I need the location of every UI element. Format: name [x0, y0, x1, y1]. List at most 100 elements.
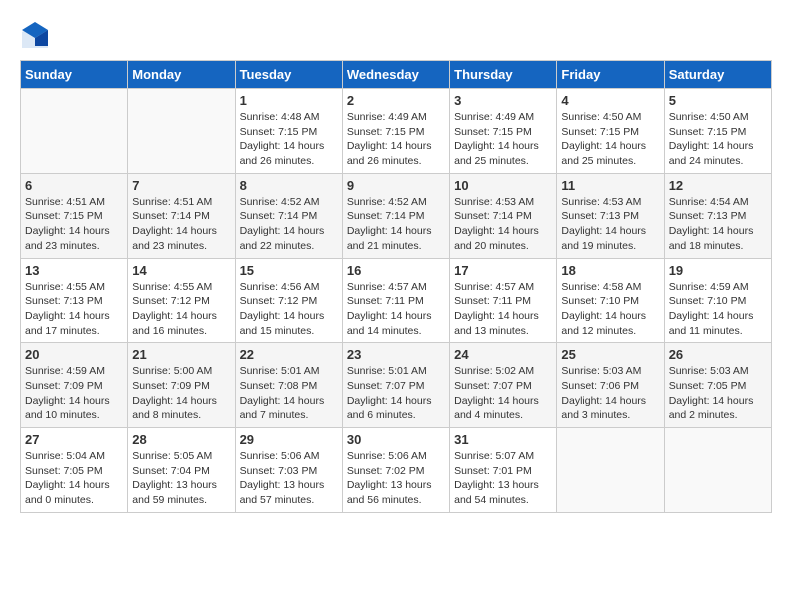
calendar-cell: 11 Sunrise: 4:53 AM Sunset: 7:13 PM Dayli…	[557, 173, 664, 258]
calendar-cell: 24 Sunrise: 5:02 AM Sunset: 7:07 PM Dayli…	[450, 343, 557, 428]
day-number: 7	[132, 178, 230, 193]
calendar-header-monday: Monday	[128, 61, 235, 89]
calendar-table: SundayMondayTuesdayWednesdayThursdayFrid…	[20, 60, 772, 513]
calendar-cell: 4 Sunrise: 4:50 AM Sunset: 7:15 PM Daylig…	[557, 89, 664, 174]
calendar-cell: 18 Sunrise: 4:58 AM Sunset: 7:10 PM Dayli…	[557, 258, 664, 343]
day-info: Sunrise: 4:51 AM Sunset: 7:15 PM Dayligh…	[25, 195, 123, 254]
calendar-cell: 6 Sunrise: 4:51 AM Sunset: 7:15 PM Daylig…	[21, 173, 128, 258]
calendar-header-wednesday: Wednesday	[342, 61, 449, 89]
day-number: 18	[561, 263, 659, 278]
day-number: 31	[454, 432, 552, 447]
day-number: 12	[669, 178, 767, 193]
day-number: 29	[240, 432, 338, 447]
day-number: 5	[669, 93, 767, 108]
calendar-cell: 25 Sunrise: 5:03 AM Sunset: 7:06 PM Dayli…	[557, 343, 664, 428]
day-info: Sunrise: 4:50 AM Sunset: 7:15 PM Dayligh…	[561, 110, 659, 169]
day-number: 23	[347, 347, 445, 362]
day-number: 30	[347, 432, 445, 447]
calendar-week-2: 6 Sunrise: 4:51 AM Sunset: 7:15 PM Daylig…	[21, 173, 772, 258]
calendar-header-tuesday: Tuesday	[235, 61, 342, 89]
day-info: Sunrise: 4:58 AM Sunset: 7:10 PM Dayligh…	[561, 280, 659, 339]
day-info: Sunrise: 5:01 AM Sunset: 7:07 PM Dayligh…	[347, 364, 445, 423]
day-info: Sunrise: 4:57 AM Sunset: 7:11 PM Dayligh…	[454, 280, 552, 339]
calendar-cell: 2Sunrise: 4:49 AM Sunset: 7:15 PM Daylig…	[342, 89, 449, 174]
calendar-cell: 27 Sunrise: 5:04 AM Sunset: 7:05 PM Dayli…	[21, 428, 128, 513]
calendar-cell: 17Sunrise: 4:57 AM Sunset: 7:11 PM Dayli…	[450, 258, 557, 343]
day-info: Sunrise: 5:01 AM Sunset: 7:08 PM Dayligh…	[240, 364, 338, 423]
calendar-cell: 3 Sunrise: 4:49 AM Sunset: 7:15 PM Daylig…	[450, 89, 557, 174]
day-info: Sunrise: 4:49 AM Sunset: 7:15 PM Dayligh…	[454, 110, 552, 169]
calendar-week-4: 20 Sunrise: 4:59 AM Sunset: 7:09 PM Dayli…	[21, 343, 772, 428]
day-info: Sunrise: 5:07 AM Sunset: 7:01 PM Dayligh…	[454, 449, 552, 508]
day-number: 1	[240, 93, 338, 108]
day-number: 8	[240, 178, 338, 193]
day-number: 19	[669, 263, 767, 278]
calendar-cell: 19 Sunrise: 4:59 AM Sunset: 7:10 PM Dayli…	[664, 258, 771, 343]
day-number: 4	[561, 93, 659, 108]
calendar-cell: 28Sunrise: 5:05 AM Sunset: 7:04 PM Dayli…	[128, 428, 235, 513]
calendar-week-1: 1Sunrise: 4:48 AM Sunset: 7:15 PM Daylig…	[21, 89, 772, 174]
day-number: 27	[25, 432, 123, 447]
day-info: Sunrise: 4:50 AM Sunset: 7:15 PM Dayligh…	[669, 110, 767, 169]
day-number: 9	[347, 178, 445, 193]
day-info: Sunrise: 4:52 AM Sunset: 7:14 PM Dayligh…	[240, 195, 338, 254]
day-number: 6	[25, 178, 123, 193]
calendar-cell: 12 Sunrise: 4:54 AM Sunset: 7:13 PM Dayli…	[664, 173, 771, 258]
calendar-cell: 22 Sunrise: 5:01 AM Sunset: 7:08 PM Dayli…	[235, 343, 342, 428]
calendar-header-saturday: Saturday	[664, 61, 771, 89]
calendar-cell: 8 Sunrise: 4:52 AM Sunset: 7:14 PM Daylig…	[235, 173, 342, 258]
day-info: Sunrise: 5:04 AM Sunset: 7:05 PM Dayligh…	[25, 449, 123, 508]
day-info: Sunrise: 4:52 AM Sunset: 7:14 PM Dayligh…	[347, 195, 445, 254]
day-number: 21	[132, 347, 230, 362]
day-info: Sunrise: 4:51 AM Sunset: 7:14 PM Dayligh…	[132, 195, 230, 254]
day-number: 13	[25, 263, 123, 278]
logo-icon	[20, 20, 50, 50]
calendar-header-thursday: Thursday	[450, 61, 557, 89]
day-number: 22	[240, 347, 338, 362]
calendar-cell: 26 Sunrise: 5:03 AM Sunset: 7:05 PM Dayli…	[664, 343, 771, 428]
day-number: 25	[561, 347, 659, 362]
calendar-cell: 31 Sunrise: 5:07 AM Sunset: 7:01 PM Dayli…	[450, 428, 557, 513]
calendar-header-friday: Friday	[557, 61, 664, 89]
calendar-header-row: SundayMondayTuesdayWednesdayThursdayFrid…	[21, 61, 772, 89]
day-number: 3	[454, 93, 552, 108]
calendar-cell: 23 Sunrise: 5:01 AM Sunset: 7:07 PM Dayli…	[342, 343, 449, 428]
calendar-cell	[128, 89, 235, 174]
day-number: 15	[240, 263, 338, 278]
day-info: Sunrise: 4:54 AM Sunset: 7:13 PM Dayligh…	[669, 195, 767, 254]
day-number: 20	[25, 347, 123, 362]
day-info: Sunrise: 5:03 AM Sunset: 7:05 PM Dayligh…	[669, 364, 767, 423]
day-number: 16	[347, 263, 445, 278]
calendar-cell: 1Sunrise: 4:48 AM Sunset: 7:15 PM Daylig…	[235, 89, 342, 174]
calendar-cell: 5 Sunrise: 4:50 AM Sunset: 7:15 PM Daylig…	[664, 89, 771, 174]
day-info: Sunrise: 4:59 AM Sunset: 7:10 PM Dayligh…	[669, 280, 767, 339]
calendar-cell: 13Sunrise: 4:55 AM Sunset: 7:13 PM Dayli…	[21, 258, 128, 343]
day-info: Sunrise: 5:02 AM Sunset: 7:07 PM Dayligh…	[454, 364, 552, 423]
day-number: 26	[669, 347, 767, 362]
calendar-cell: 20 Sunrise: 4:59 AM Sunset: 7:09 PM Dayli…	[21, 343, 128, 428]
day-number: 10	[454, 178, 552, 193]
calendar-week-5: 27 Sunrise: 5:04 AM Sunset: 7:05 PM Dayli…	[21, 428, 772, 513]
day-info: Sunrise: 5:05 AM Sunset: 7:04 PM Dayligh…	[132, 449, 230, 508]
day-info: Sunrise: 4:56 AM Sunset: 7:12 PM Dayligh…	[240, 280, 338, 339]
calendar-cell: 21 Sunrise: 5:00 AM Sunset: 7:09 PM Dayli…	[128, 343, 235, 428]
calendar-week-3: 13Sunrise: 4:55 AM Sunset: 7:13 PM Dayli…	[21, 258, 772, 343]
day-info: Sunrise: 4:53 AM Sunset: 7:14 PM Dayligh…	[454, 195, 552, 254]
calendar-cell: 7 Sunrise: 4:51 AM Sunset: 7:14 PM Daylig…	[128, 173, 235, 258]
day-info: Sunrise: 4:53 AM Sunset: 7:13 PM Dayligh…	[561, 195, 659, 254]
calendar-cell: 29Sunrise: 5:06 AM Sunset: 7:03 PM Dayli…	[235, 428, 342, 513]
day-number: 24	[454, 347, 552, 362]
day-info: Sunrise: 4:59 AM Sunset: 7:09 PM Dayligh…	[25, 364, 123, 423]
day-info: Sunrise: 5:00 AM Sunset: 7:09 PM Dayligh…	[132, 364, 230, 423]
calendar-cell	[557, 428, 664, 513]
day-number: 14	[132, 263, 230, 278]
day-info: Sunrise: 5:06 AM Sunset: 7:02 PM Dayligh…	[347, 449, 445, 508]
page-header	[20, 20, 772, 50]
logo	[20, 20, 52, 50]
day-number: 2	[347, 93, 445, 108]
day-number: 11	[561, 178, 659, 193]
calendar-cell	[664, 428, 771, 513]
calendar-cell: 9 Sunrise: 4:52 AM Sunset: 7:14 PM Daylig…	[342, 173, 449, 258]
day-info: Sunrise: 5:03 AM Sunset: 7:06 PM Dayligh…	[561, 364, 659, 423]
day-info: Sunrise: 4:55 AM Sunset: 7:12 PM Dayligh…	[132, 280, 230, 339]
